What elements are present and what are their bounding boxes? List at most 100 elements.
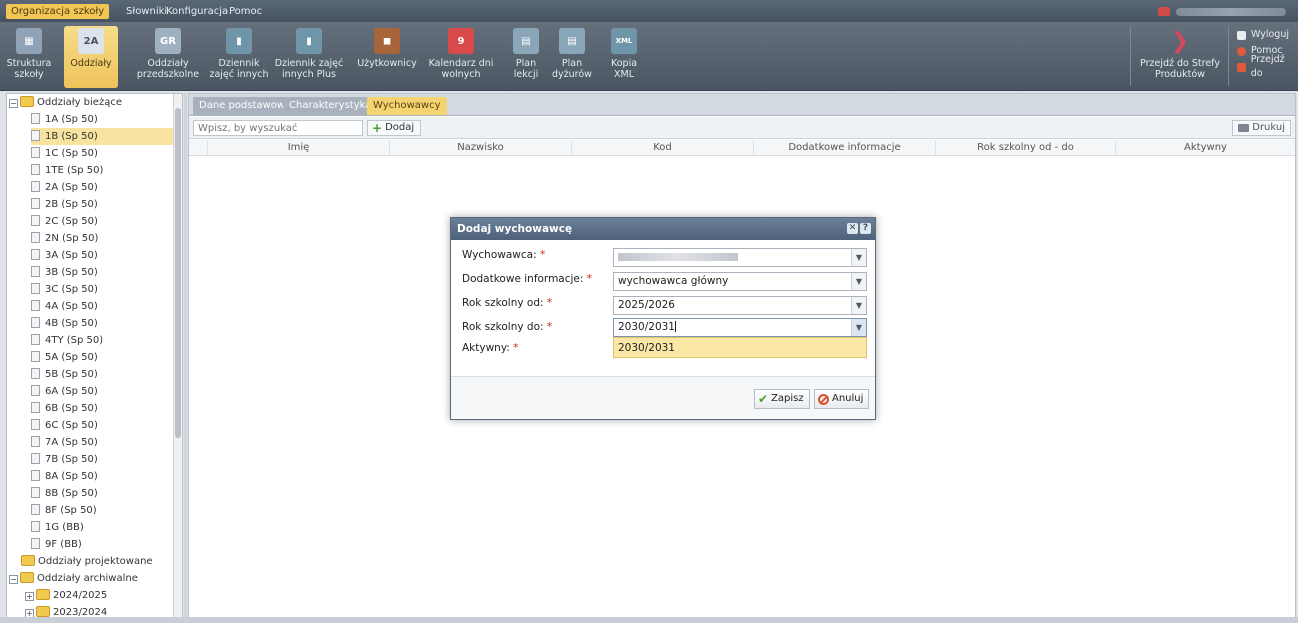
teacher-select[interactable]: ▼ [613, 248, 867, 267]
tree-label: 6B (Sp 50) [45, 403, 98, 414]
tree-scrollbar[interactable] [173, 94, 182, 617]
tree-item-class[interactable]: 5A (Sp 50) [31, 349, 182, 366]
search-box[interactable] [193, 120, 363, 136]
collapse-icon[interactable]: − [9, 575, 18, 584]
tree-item-class[interactable]: 3B (Sp 50) [31, 264, 182, 281]
year-from-select[interactable]: 2025/2026 ▼ [613, 296, 867, 315]
tree-item-class[interactable]: 6A (Sp 50) [31, 383, 182, 400]
tab-charakterystyka[interactable]: Charakterystyka [283, 97, 378, 115]
chevron-down-icon[interactable]: ▼ [851, 319, 866, 336]
add-button[interactable]: + Dodaj [367, 120, 422, 136]
menu-organizacja[interactable]: Organizacja szkoły [6, 4, 110, 19]
tree-item-class[interactable]: 1C (Sp 50) [31, 145, 182, 162]
collapse-icon[interactable]: − [9, 99, 18, 108]
expand-icon[interactable]: + [25, 592, 34, 601]
toolbar-plan-dyzurow[interactable]: ▤ Plan dyżurów [550, 26, 594, 88]
tree-label: 5A (Sp 50) [45, 352, 98, 363]
folder-icon [36, 589, 50, 600]
toolbar-label: dyżurów [552, 69, 592, 80]
tree-item-class[interactable]: 7B (Sp 50) [31, 451, 182, 468]
tree-item-class[interactable]: 8A (Sp 50) [31, 468, 182, 485]
column-kod[interactable]: Kod [571, 140, 753, 156]
document-icon [31, 130, 40, 141]
scrollbar-thumb[interactable] [175, 108, 181, 438]
tree-item-class[interactable]: 3A (Sp 50) [31, 247, 182, 264]
document-icon [31, 504, 40, 515]
tree-item-class[interactable]: 2A (Sp 50) [31, 179, 182, 196]
document-icon [31, 317, 40, 328]
toolbar-label: XML [614, 69, 634, 80]
tree-item-class[interactable]: 8F (Sp 50) [31, 502, 182, 519]
tree-item-class[interactable]: 9F (BB) [31, 536, 182, 553]
tree-item-class[interactable]: 1G (BB) [31, 519, 182, 536]
toolbar-label: Dziennik [218, 58, 260, 69]
search-input[interactable] [194, 121, 362, 136]
toolbar-label: Plan [561, 58, 583, 69]
tree-item-class[interactable]: 2B (Sp 50) [31, 196, 182, 213]
toolbar-kopia-xml[interactable]: XML Kopia XML [604, 26, 644, 88]
menu-konfiguracja[interactable]: Konfiguracja [161, 4, 233, 19]
plus-icon: + [372, 121, 383, 135]
tree-node-oddzialy-biezace[interactable]: − Oddziały bieżące [9, 94, 174, 111]
tree-item-class[interactable]: 4A (Sp 50) [31, 298, 182, 315]
tree-item-class[interactable]: 8B (Sp 50) [31, 485, 182, 502]
cancel-button[interactable]: Anuluj [814, 389, 870, 409]
tree-item-class[interactable]: 3C (Sp 50) [31, 281, 182, 298]
column-nazwisko[interactable]: Nazwisko [389, 140, 571, 156]
year-to-value[interactable]: 2030/2031 [618, 321, 675, 333]
toolbar-dziennik-zajec[interactable]: ▮ Dziennik zajęć innych [208, 26, 270, 88]
column-rok-szkolny[interactable]: Rok szkolny od - do [935, 140, 1115, 156]
tree-item-class[interactable]: 4TY (Sp 50) [31, 332, 182, 349]
tree-item-class[interactable]: 5B (Sp 50) [31, 366, 182, 383]
tree-item-class[interactable]: 1TE (Sp 50) [31, 162, 182, 179]
year-to-dropdown-option[interactable]: 2030/2031 [613, 337, 867, 358]
chevron-down-icon[interactable]: ▼ [851, 273, 866, 290]
save-button[interactable]: ✔ Zapisz [754, 389, 810, 409]
class-2a-icon: 2A [78, 28, 104, 54]
toolbar-oddzialy-przedszkolne[interactable]: GR Oddziały przedszkolne [132, 26, 204, 88]
text-cursor [674, 321, 676, 332]
print-button[interactable]: Drukuj [1232, 120, 1291, 136]
tree-item-class[interactable]: 1B (Sp 50) [31, 128, 182, 145]
label-dodatkowe-informacje: Dodatkowe informacje: * [462, 273, 592, 285]
info-select[interactable]: wychowawca główny ▼ [613, 272, 867, 291]
tree-item-class[interactable]: 7A (Sp 50) [31, 434, 182, 451]
tab-dane-podstawowe[interactable]: Dane podstawowe [193, 97, 298, 115]
save-label: Zapisz [771, 393, 804, 404]
dialog-title: Dodaj wychowawcę [457, 223, 573, 235]
close-icon[interactable]: ✕ [847, 223, 858, 234]
tree-item-class[interactable]: 2N (Sp 50) [31, 230, 182, 247]
tree-item-class[interactable]: 1A (Sp 50) [31, 111, 182, 128]
year-to-select[interactable]: 2030/2031 ▼ [613, 318, 867, 337]
toolbar-strefa-produktow[interactable]: ❯ Przejdź do Strefy Produktów [1138, 26, 1222, 88]
toolbar-label: szkoły [14, 69, 44, 80]
tree-item-class[interactable]: 6C (Sp 50) [31, 417, 182, 434]
tree-label: Oddziały projektowane [38, 556, 153, 567]
tree-item-class[interactable]: 6B (Sp 50) [31, 400, 182, 417]
help-icon[interactable]: ? [860, 223, 871, 234]
tree-node-oddzialy-archiwalne[interactable]: − Oddziały archiwalne [9, 570, 174, 587]
column-imie[interactable]: Imię [207, 140, 389, 156]
chevron-down-icon[interactable]: ▼ [851, 249, 866, 266]
checkmark-icon: ✔ [758, 392, 769, 406]
tree-node-archive-2024[interactable]: +2024/2025 [25, 587, 182, 604]
user-area[interactable] [1158, 4, 1286, 19]
tree-node-archive-2023[interactable]: +2023/2024 [25, 604, 182, 617]
tree-item-class[interactable]: 2C (Sp 50) [31, 213, 182, 230]
link-wyloguj[interactable]: Wyloguj [1237, 28, 1289, 42]
toolbar-struktura[interactable]: ▦ Struktura szkoły [4, 26, 54, 88]
toolbar-uzytkownicy[interactable]: ◼ Użytkownicy [354, 26, 420, 88]
tab-wychowawcy[interactable]: Wychowawcy [367, 97, 447, 115]
toolbar-oddzialy[interactable]: 2A Oddziały [64, 26, 118, 88]
chevron-down-icon[interactable]: ▼ [851, 297, 866, 314]
column-aktywny[interactable]: Aktywny [1115, 140, 1295, 156]
tree-node-oddzialy-projektowane[interactable]: Oddziały projektowane [21, 553, 182, 570]
tree-item-class[interactable]: 4B (Sp 50) [31, 315, 182, 332]
link-przejdz[interactable]: Przejdź do [1237, 54, 1298, 79]
toolbar-plan-lekcji[interactable]: ▤ Plan lekcji [508, 26, 544, 88]
toolbar-dziennik-plus[interactable]: ▮ Dziennik zajęć innych Plus [272, 26, 346, 88]
panel-splitter[interactable] [184, 93, 187, 618]
toolbar-kalendarz[interactable]: 9 Kalendarz dni wolnych [428, 26, 494, 88]
menu-pomoc[interactable]: Pomoc [224, 4, 267, 19]
column-dodatkowe-informacje[interactable]: Dodatkowe informacje [753, 140, 935, 156]
